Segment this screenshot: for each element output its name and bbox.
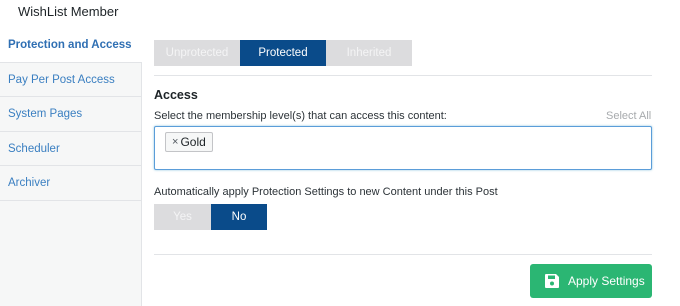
access-help-text: Select the membership level(s) that can …	[154, 110, 447, 122]
membership-level-select[interactable]: × Gold	[154, 126, 652, 170]
floppy-disk-icon	[544, 273, 560, 289]
divider	[154, 254, 652, 255]
divider	[154, 75, 652, 76]
protection-toggle: Unprotected Protected Inherited	[154, 40, 412, 66]
auto-apply-label: Automatically apply Protection Settings …	[154, 186, 498, 198]
sidebar-item-protection-and-access[interactable]: Protection and Access	[0, 28, 142, 63]
main-panel: Unprotected Protected Inherited Access S…	[142, 28, 680, 306]
protected-option[interactable]: Protected	[240, 40, 326, 66]
select-all-link[interactable]: Select All	[606, 110, 651, 122]
auto-apply-yes-option[interactable]: Yes	[154, 204, 211, 230]
remove-level-icon[interactable]: ×	[172, 133, 178, 151]
sidebar: Protection and Access Pay Per Post Acces…	[0, 28, 142, 306]
unprotected-option[interactable]: Unprotected	[154, 40, 240, 66]
level-chip-gold: × Gold	[165, 132, 213, 152]
app-title: WishList Member	[18, 4, 119, 19]
apply-settings-button[interactable]: Apply Settings	[530, 264, 652, 298]
auto-apply-toggle: Yes No	[154, 204, 267, 230]
sidebar-item-archiver[interactable]: Archiver	[0, 166, 141, 201]
sidebar-item-pay-per-post-access[interactable]: Pay Per Post Access	[0, 63, 141, 97]
inherited-option[interactable]: Inherited	[326, 40, 412, 66]
apply-settings-label: Apply Settings	[568, 274, 645, 288]
level-chip-label: Gold	[180, 135, 206, 149]
auto-apply-no-option[interactable]: No	[211, 204, 267, 230]
app-header: WishList Member	[0, 0, 680, 28]
sidebar-item-scheduler[interactable]: Scheduler	[0, 132, 141, 166]
access-heading: Access	[154, 88, 198, 102]
sidebar-item-system-pages[interactable]: System Pages	[0, 97, 141, 132]
